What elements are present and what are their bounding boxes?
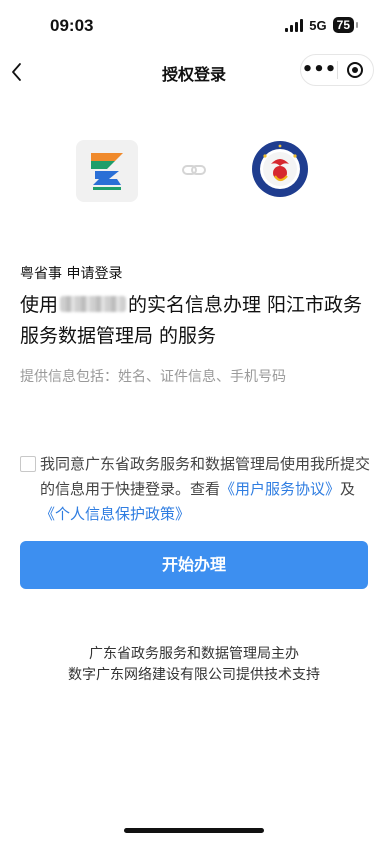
footer-sponsor: 广东省政务服务和数据管理局主办 <box>89 646 299 662</box>
network-type: 5G <box>309 17 327 33</box>
user-service-agreement-link[interactable]: 《用户服务协议》 <box>220 480 340 498</box>
agreement-conjunction: 及 <box>340 480 356 498</box>
battery-icon: 75 <box>332 17 359 33</box>
start-button[interactable]: 开始办理 <box>20 541 368 589</box>
request-statement: 使用 的实名信息办理 阳江市政务服务数据管理局 的服务 <box>20 290 370 352</box>
request-prefix: 使用 <box>20 294 59 316</box>
blurred-user-name <box>60 295 127 312</box>
home-indicator[interactable] <box>124 828 264 833</box>
applicant-label: 粤省事 申请登录 <box>20 266 123 282</box>
yueshengshi-logo-icon <box>76 140 138 202</box>
provided-info-text: 提供信息包括：姓名、证件信息、手机号码 <box>20 369 286 385</box>
organization-emblem-icon <box>251 140 309 198</box>
logos-row <box>0 138 388 204</box>
miniprogram-close-icon[interactable] <box>338 62 373 78</box>
nav-bar: 授权登录 ••• <box>0 52 388 92</box>
miniprogram-capsule: ••• <box>300 54 374 86</box>
agreement-text: 我同意广东省政务服务和数据管理局使用我所提交的信息用于快捷登录。查看《用户服务协… <box>40 452 374 527</box>
status-indicators: 5G 75 <box>285 17 359 33</box>
status-bar: 09:03 5G 75 <box>0 0 388 52</box>
status-time: 09:03 <box>50 16 94 35</box>
footer-tech-support: 数字广东网络建设有限公司提供技术支持 <box>68 667 320 683</box>
link-chain-icon <box>181 160 207 180</box>
more-dots-icon[interactable]: ••• <box>301 56 337 84</box>
signal-icon <box>285 18 304 32</box>
agreement-checkbox[interactable] <box>20 456 36 472</box>
privacy-policy-link[interactable]: 《个人信息保护政策》 <box>40 505 190 523</box>
